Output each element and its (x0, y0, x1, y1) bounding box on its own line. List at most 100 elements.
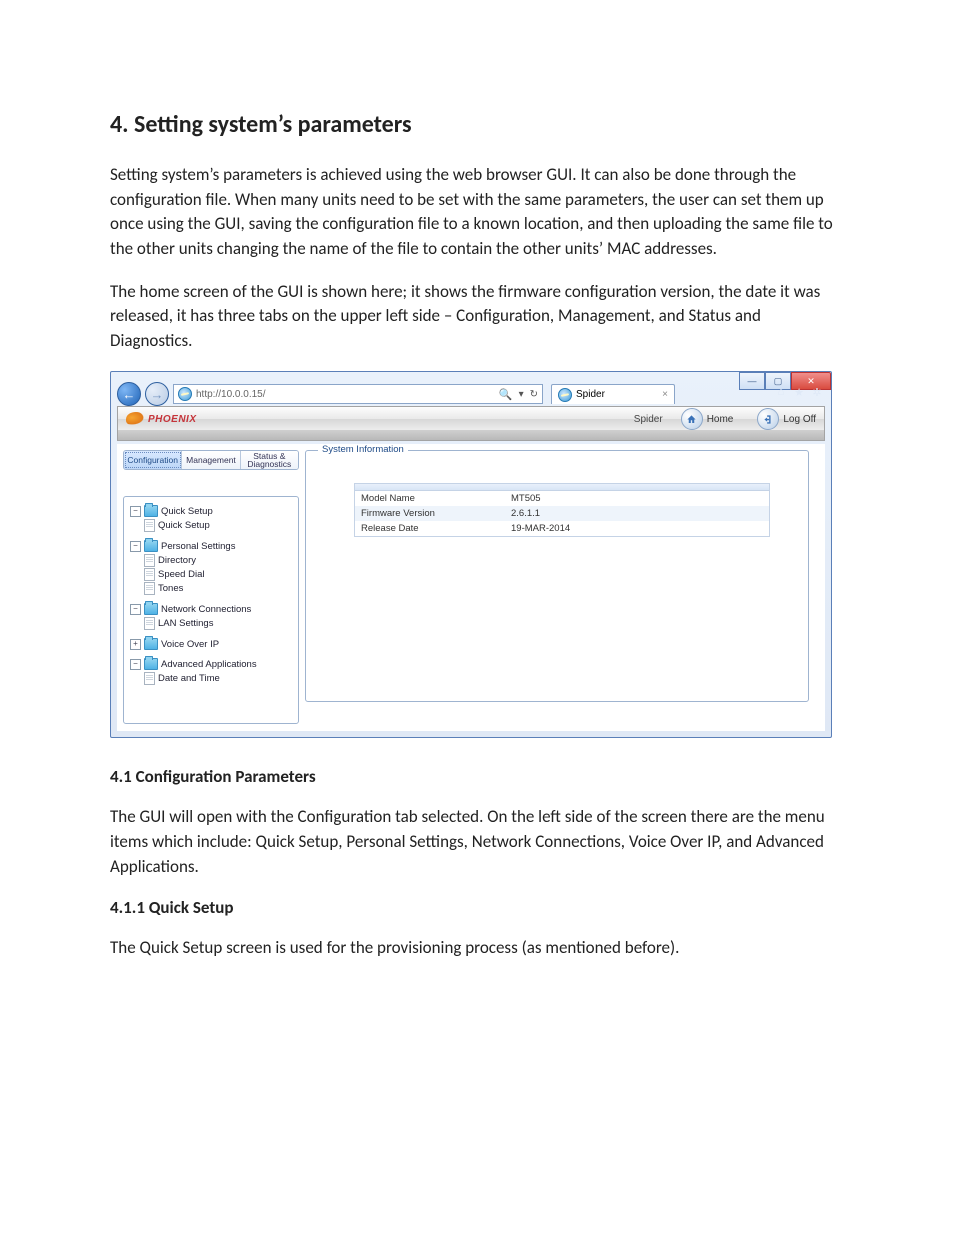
logoff-link-icon (757, 408, 779, 430)
favorites-icon[interactable]: ★ (793, 386, 805, 398)
address-bar[interactable]: http://10.0.0.15/ 🔍 ▾ ↻ (173, 384, 543, 404)
phoenix-logo: PHOENIX (126, 414, 197, 425)
tree-header-network-connections[interactable]: − Network Connections (130, 603, 292, 615)
cell-value: MT505 (511, 493, 541, 504)
logoff-link-label: Log Off (783, 414, 816, 425)
paragraph-2: The home screen of the GUI is shown here… (110, 280, 844, 354)
system-information-panel: System Information Model Name MT505 Firm… (305, 450, 809, 702)
doc-icon (144, 582, 155, 595)
folder-icon (144, 540, 158, 552)
tree-label: Advanced Applications (161, 659, 257, 670)
tree-item-label: LAN Settings (158, 618, 213, 629)
cell-key: Firmware Version (361, 508, 511, 519)
tree-item-lan-settings[interactable]: LAN Settings (130, 617, 292, 630)
tree-label: Network Connections (161, 604, 251, 615)
forward-button[interactable]: → (145, 382, 169, 406)
folder-icon (144, 505, 158, 517)
doc-icon (144, 554, 155, 567)
sidebar-tabs: Configuration Management Status & Diagno… (123, 450, 299, 470)
collapse-icon[interactable]: − (130, 541, 141, 552)
tree-item-date-and-time[interactable]: Date and Time (130, 672, 292, 685)
dropdown-icon[interactable]: ▾ (519, 389, 524, 400)
cell-key: Model Name (361, 493, 511, 504)
tree-group-personal-settings: − Personal Settings Directory Speed Dial (130, 540, 292, 595)
tree-label: Voice Over IP (161, 639, 219, 650)
browser-nav-bar: ← → http://10.0.0.15/ 🔍 ▾ ↻ Spider × (117, 384, 825, 404)
tree-item-tones[interactable]: Tones (130, 582, 292, 595)
expand-icon[interactable]: + (130, 639, 141, 650)
tree-item-quick-setup[interactable]: Quick Setup (130, 519, 292, 532)
paragraph-4: The Quick Setup screen is used for the p… (110, 936, 844, 961)
tree-header-advanced-applications[interactable]: − Advanced Applications (130, 658, 292, 670)
sidebar-tree: − Quick Setup Quick Setup − (123, 496, 299, 724)
tab-favicon (558, 388, 572, 402)
tree-group-voip: + Voice Over IP (130, 638, 292, 650)
ie-icon (178, 387, 192, 401)
subsection-4-1-1-heading: 4.1.1 Quick Setup (110, 897, 844, 918)
collapse-icon[interactable]: − (130, 659, 141, 670)
tree-item-label: Speed Dial (158, 569, 204, 580)
table-header-bar (355, 484, 769, 491)
doc-icon (144, 617, 155, 630)
app-content: Configuration Management Status & Diagno… (117, 444, 825, 731)
tree-header-personal-settings[interactable]: − Personal Settings (130, 540, 292, 552)
collapse-icon[interactable]: − (130, 604, 141, 615)
home-icon[interactable]: ⌂ (775, 386, 787, 398)
gui-screenshot: — ▢ ✕ ← → http://10.0.0.15/ 🔍 ▾ ↻ Spider (110, 371, 832, 738)
app-toolbar: PHOENIX Spider Home Log Off (117, 406, 825, 432)
folder-icon (144, 603, 158, 615)
cell-key: Release Date (361, 523, 511, 534)
tab-status-diagnostics[interactable]: Status & Diagnostics (241, 451, 298, 469)
app-name-label: Spider (634, 414, 663, 425)
tree-item-label: Quick Setup (158, 520, 210, 531)
tree-group-network-connections: − Network Connections LAN Settings (130, 603, 292, 630)
tree-header-voip[interactable]: + Voice Over IP (130, 638, 292, 650)
tree-item-directory[interactable]: Directory (130, 554, 292, 567)
home-link-label: Home (707, 414, 734, 425)
refresh-icon[interactable]: ↻ (530, 389, 538, 400)
document-page: 4. Setting system’s parameters Setting s… (0, 0, 954, 961)
tree-group-advanced-applications: − Advanced Applications Date and Time (130, 658, 292, 685)
home-link-icon (681, 408, 703, 430)
tree-item-label: Directory (158, 555, 196, 566)
tab-configuration[interactable]: Configuration (124, 451, 182, 469)
tree-item-label: Tones (158, 583, 183, 594)
collapse-icon[interactable]: − (130, 506, 141, 517)
cell-value: 2.6.1.1 (511, 508, 540, 519)
address-bar-tools: 🔍 ▾ ↻ (499, 388, 538, 401)
panel-title: System Information (318, 444, 408, 455)
folder-icon (144, 658, 158, 670)
logoff-link[interactable]: Log Off (757, 408, 816, 430)
home-link[interactable]: Home (681, 408, 734, 430)
tree-item-label: Date and Time (158, 673, 220, 684)
browser-tool-icons: ⌂ ★ ✲ (775, 386, 823, 398)
settings-icon[interactable]: ✲ (811, 386, 823, 398)
browser-tabs: Spider × (551, 384, 675, 404)
tree-header-quick-setup[interactable]: − Quick Setup (130, 505, 292, 517)
subsection-4-1-heading: 4.1 Configuration Parameters (110, 766, 844, 787)
doc-icon (144, 519, 155, 532)
browser-tab-spider[interactable]: Spider × (551, 384, 675, 404)
back-button[interactable]: ← (117, 382, 141, 406)
tree-group-quick-setup: − Quick Setup Quick Setup (130, 505, 292, 532)
tab-title: Spider (576, 389, 605, 400)
url-text: http://10.0.0.15/ (196, 389, 266, 400)
row-model-name: Model Name MT505 (355, 491, 769, 506)
paragraph-1: Setting system’s parameters is achieved … (110, 163, 844, 262)
main-panel: System Information Model Name MT505 Firm… (305, 444, 825, 731)
folder-icon (144, 638, 158, 650)
tab-management[interactable]: Management (182, 451, 240, 469)
search-icon[interactable]: 🔍 (499, 388, 513, 401)
section-heading: 4. Setting system’s parameters (110, 110, 844, 139)
toolbar-shadow (117, 430, 825, 441)
tab-close-icon[interactable]: × (662, 389, 668, 400)
row-firmware-version: Firmware Version 2.6.1.1 (355, 506, 769, 521)
tree-label: Quick Setup (161, 506, 213, 517)
tree-label: Personal Settings (161, 541, 235, 552)
sidebar: Configuration Management Status & Diagno… (117, 444, 305, 731)
tree-item-speed-dial[interactable]: Speed Dial (130, 568, 292, 581)
doc-icon (144, 568, 155, 581)
paragraph-3: The GUI will open with the Configuration… (110, 805, 844, 879)
doc-icon (144, 672, 155, 685)
row-release-date: Release Date 19-MAR-2014 (355, 521, 769, 536)
